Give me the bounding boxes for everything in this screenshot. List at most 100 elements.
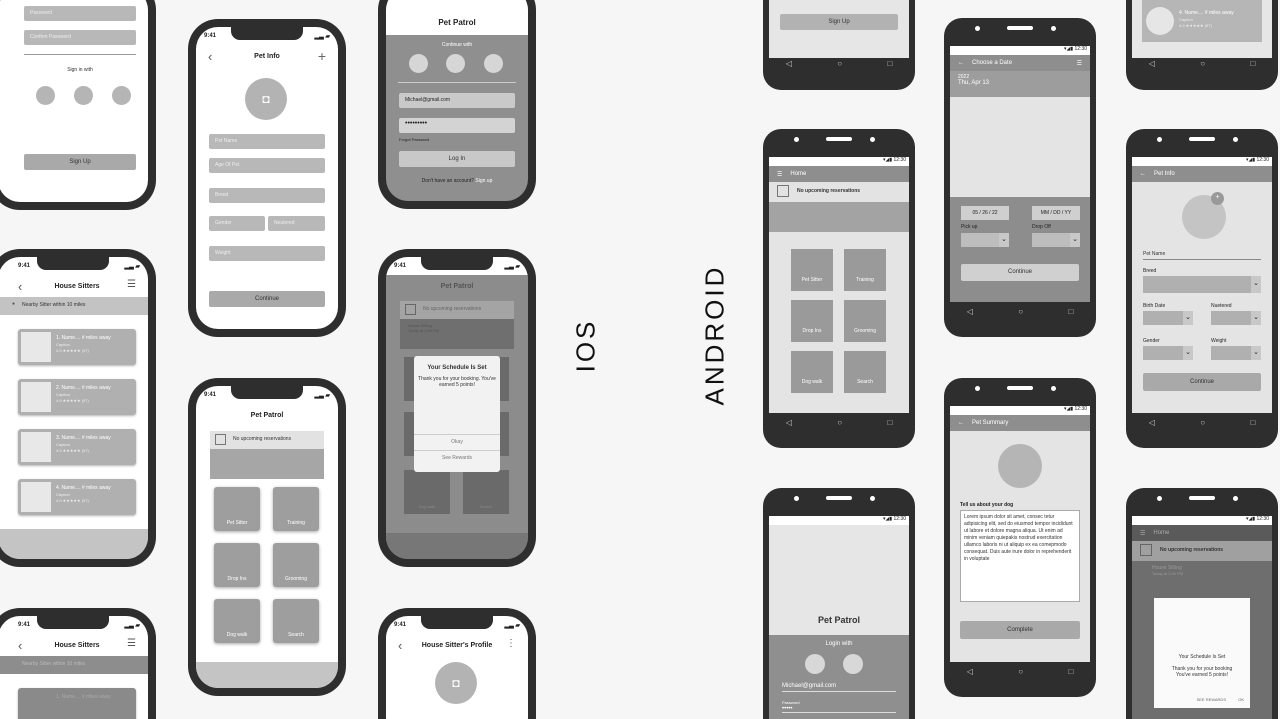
log-in-button[interactable]: Log In bbox=[399, 151, 515, 167]
signal-wifi-battery-icon: ▾◢▮ bbox=[882, 157, 894, 163]
android-login-phone: ▾◢▮ 12:30 Pet Patrol Login with Michael@… bbox=[763, 488, 915, 719]
home-nav-icon[interactable]: ○ bbox=[837, 59, 842, 68]
tile-drop-ins[interactable]: Drop Ins bbox=[791, 300, 833, 342]
tile-pet-sitter[interactable]: Pet Sitter bbox=[214, 487, 260, 531]
back-nav-icon[interactable]: ◁ bbox=[786, 59, 792, 68]
recents-nav-icon[interactable]: □ bbox=[1068, 667, 1073, 676]
start-date-field[interactable]: 05 / 26 / 22 bbox=[961, 206, 1009, 220]
home-nav-icon[interactable]: ○ bbox=[1200, 418, 1205, 427]
breed-field[interactable]: Breed bbox=[209, 188, 325, 203]
forgot-password-link[interactable]: Forgot Password bbox=[399, 137, 429, 142]
tile-dog-walk[interactable]: Dog walk bbox=[214, 599, 260, 643]
weight-field[interactable]: Weight bbox=[209, 246, 325, 261]
recents-nav-icon[interactable]: □ bbox=[1068, 307, 1073, 316]
recents-nav-icon[interactable]: □ bbox=[1250, 418, 1255, 427]
social-login-button[interactable] bbox=[409, 54, 428, 73]
menu-icon[interactable]: ☰ bbox=[127, 638, 136, 649]
pick-up-dropdown[interactable]: ⌄ bbox=[961, 233, 1009, 247]
tile-grooming[interactable]: Grooming bbox=[844, 300, 886, 342]
social-login-button[interactable] bbox=[805, 654, 825, 674]
sign-up-button[interactable]: Sign Up bbox=[780, 14, 898, 30]
social-login-button[interactable] bbox=[446, 54, 465, 73]
weight-dropdown[interactable]: ⌄ bbox=[1211, 346, 1261, 360]
social-login-button[interactable] bbox=[484, 54, 503, 73]
recents-nav-icon[interactable]: □ bbox=[887, 59, 892, 68]
sitter-card[interactable]: 2. Name.... # miles away Caption 4.9 ★★★★★… bbox=[18, 379, 136, 415]
pet-name-field[interactable]: Pet Name bbox=[209, 134, 325, 149]
add-photo-icon[interactable]: + bbox=[1211, 192, 1224, 205]
sign-up-button[interactable]: Sign Up bbox=[24, 154, 136, 170]
tile-grooming[interactable]: Grooming bbox=[273, 543, 319, 587]
menu-icon[interactable]: ☰ bbox=[1077, 60, 1082, 67]
more-options-icon[interactable]: ⋮ bbox=[506, 638, 516, 649]
email-field[interactable]: Michael@gmail.com bbox=[399, 93, 515, 108]
see-rewards-button[interactable]: See Rewards bbox=[414, 455, 500, 461]
password-field[interactable]: Password bbox=[24, 6, 136, 21]
gender-dropdown[interactable]: ⌄ bbox=[1143, 346, 1193, 360]
pet-name-field[interactable]: Pet Name bbox=[1143, 251, 1261, 260]
time: 9:41 bbox=[394, 263, 407, 269]
home-nav-icon[interactable]: ○ bbox=[1200, 59, 1205, 68]
password-field[interactable]: ••••• bbox=[782, 706, 896, 713]
back-nav-icon[interactable]: ◁ bbox=[786, 418, 792, 427]
drop-off-dropdown[interactable]: ⌄ bbox=[1032, 233, 1080, 247]
neutered-dropdown[interactable]: ⌄ bbox=[1211, 311, 1261, 325]
social-login-button[interactable] bbox=[112, 86, 131, 105]
reservations-card[interactable]: No upcoming reservations bbox=[210, 431, 324, 479]
camera-icon[interactable]: ◘ bbox=[435, 662, 477, 704]
description-textarea[interactable]: Lorem ipsum dolor sit amet, consec tetur… bbox=[960, 510, 1080, 602]
back-nav-icon[interactable]: ◁ bbox=[1149, 59, 1155, 68]
neutered-field[interactable]: Neutered bbox=[268, 216, 325, 231]
tile-pet-sitter[interactable]: Pet Sitter bbox=[791, 249, 833, 291]
continue-button[interactable]: Continue bbox=[209, 291, 325, 307]
camera-icon[interactable]: ◘ bbox=[245, 78, 287, 120]
social-login-button[interactable] bbox=[36, 86, 55, 105]
calendar-area[interactable] bbox=[950, 97, 1090, 197]
email-field[interactable]: Michael@gmail.com bbox=[782, 683, 896, 692]
tile-dog-walk[interactable]: Dog walk bbox=[791, 351, 833, 393]
reservations-card[interactable]: No upcoming reservations bbox=[769, 182, 909, 232]
sign-up-link[interactable]: Sign up bbox=[475, 178, 492, 184]
tile-drop-ins[interactable]: Drop Ins bbox=[214, 543, 260, 587]
age-field[interactable]: Age Of Pet bbox=[209, 158, 325, 173]
back-arrow-icon[interactable]: ← bbox=[958, 60, 964, 66]
date-header: 2022 Thu, Apr 13 bbox=[950, 71, 1090, 97]
sitter-card[interactable]: 1. Name.... # miles away Caption 4.9 ★★★★★… bbox=[18, 329, 136, 365]
tile-search[interactable]: Search bbox=[844, 351, 886, 393]
sitter-card[interactable]: 1. Name.... # miles away bbox=[18, 688, 136, 719]
see-rewards-button[interactable]: SEE REWARDS bbox=[1197, 697, 1226, 702]
recents-nav-icon[interactable]: □ bbox=[887, 418, 892, 427]
okay-button[interactable]: Okay bbox=[414, 439, 500, 445]
back-nav-icon[interactable]: ◁ bbox=[1149, 418, 1155, 427]
sitter-card[interactable]: 4. Name.... # miles away Caption 4.9 ★★★★★… bbox=[18, 479, 136, 515]
recents-nav-icon[interactable]: □ bbox=[1250, 59, 1255, 68]
continue-button[interactable]: Continue bbox=[1143, 373, 1261, 391]
sitter-card[interactable]: 4. Name.... # miles away Caption 4.9 ★★★… bbox=[1142, 0, 1262, 42]
ok-button[interactable]: OK bbox=[1238, 697, 1244, 702]
back-nav-icon[interactable]: ◁ bbox=[967, 667, 973, 676]
add-icon[interactable]: + bbox=[318, 48, 326, 64]
social-login-button[interactable] bbox=[843, 654, 863, 674]
home-nav-icon[interactable]: ○ bbox=[1018, 667, 1023, 676]
hamburger-icon[interactable]: ☰ bbox=[777, 171, 782, 178]
birth-date-dropdown[interactable]: ⌄ bbox=[1143, 311, 1193, 325]
gender-field[interactable]: Gender bbox=[209, 216, 265, 231]
social-login-button[interactable] bbox=[74, 86, 93, 105]
home-nav-icon[interactable]: ○ bbox=[1018, 307, 1023, 316]
hamburger-icon[interactable]: ☰ bbox=[1140, 530, 1145, 537]
complete-button[interactable]: Complete bbox=[960, 621, 1080, 639]
password-field[interactable]: ••••••••• bbox=[399, 118, 515, 133]
sitter-card[interactable]: 3. Name.... # miles away Caption 4.9 ★★★★★… bbox=[18, 429, 136, 465]
confirm-password-field[interactable]: Confirm Password bbox=[24, 30, 136, 45]
tile-search[interactable]: Search bbox=[273, 599, 319, 643]
menu-icon[interactable]: ☰ bbox=[127, 279, 136, 290]
breed-dropdown[interactable]: ⌄ bbox=[1143, 276, 1261, 293]
end-date-field[interactable]: MM / DD / YY bbox=[1032, 206, 1080, 220]
tile-training[interactable]: Training bbox=[273, 487, 319, 531]
back-arrow-icon[interactable]: ← bbox=[958, 420, 964, 426]
tile-training[interactable]: Training bbox=[844, 249, 886, 291]
home-nav-icon[interactable]: ○ bbox=[837, 418, 842, 427]
continue-button[interactable]: Continue bbox=[961, 264, 1079, 281]
back-arrow-icon[interactable]: ← bbox=[1140, 171, 1146, 177]
back-nav-icon[interactable]: ◁ bbox=[967, 307, 973, 316]
